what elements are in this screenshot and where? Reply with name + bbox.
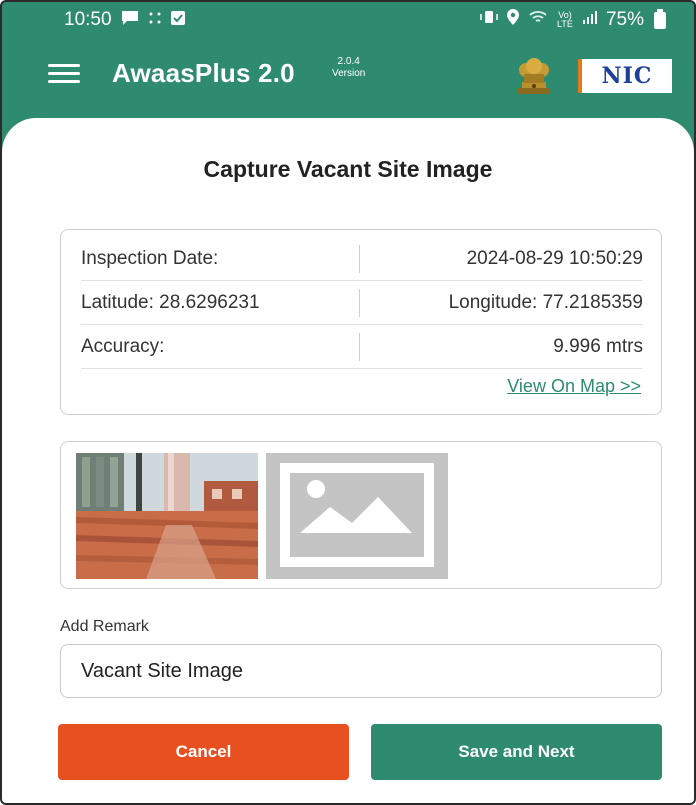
latitude-text: Latitude: 28.6296231 xyxy=(81,292,260,313)
wifi-icon xyxy=(528,9,548,31)
version-number: 2.0.4 xyxy=(337,56,360,67)
row-divider xyxy=(81,280,643,281)
view-on-map-link[interactable]: View On Map >> xyxy=(507,376,641,397)
battery-icon xyxy=(654,8,666,29)
signal-icon xyxy=(582,9,598,31)
remark-label: Add Remark xyxy=(60,618,149,635)
inspection-date-value: 2024-08-29 10:50:29 xyxy=(466,248,643,269)
content-card: Capture Vacant Site Image Inspection Dat… xyxy=(2,118,694,803)
location-info-panel: Inspection Date: 2024-08-29 10:50:29 Lat… xyxy=(60,229,662,415)
image-placeholder-icon[interactable] xyxy=(266,453,448,579)
accuracy-row: Accuracy: 9.996 mtrs xyxy=(81,332,643,362)
row-divider xyxy=(81,368,643,369)
app-version: 2.0.4 Version xyxy=(332,56,365,80)
nic-logo-text: NIC xyxy=(601,63,653,89)
app-bar: AwaasPlus 2.0 2.0.4 Version NIC xyxy=(2,38,694,118)
remark-input[interactable] xyxy=(60,644,662,698)
notification-icon xyxy=(170,10,186,30)
site-photo-thumbnail[interactable] xyxy=(76,453,258,579)
version-label: Version xyxy=(332,68,366,79)
inspection-date-label: Inspection Date: xyxy=(81,248,219,269)
longitude-text: Longitude: 77.2185359 xyxy=(448,292,643,313)
accuracy-label: Accuracy: xyxy=(81,336,165,357)
phone-screen: 10:50 Vo) LTE 75% AwaasPlus 2.0 2.0.4 Ve… xyxy=(0,0,696,805)
app-title: AwaasPlus 2.0 xyxy=(112,58,295,88)
chat-bubble-icon xyxy=(120,10,140,30)
accuracy-value: 9.996 mtrs xyxy=(553,336,643,357)
battery-percent: 75% xyxy=(605,9,644,30)
vibrate-icon xyxy=(480,9,498,31)
coordinates-row: Latitude: 28.6296231 Longitude: 77.21853… xyxy=(81,288,643,318)
status-time: 10:50 xyxy=(64,9,112,30)
inspection-date-row: Inspection Date: 2024-08-29 10:50:29 xyxy=(81,244,643,274)
save-and-next-button[interactable]: Save and Next xyxy=(371,724,662,780)
status-bar: 10:50 Vo) LTE 75% xyxy=(2,2,694,38)
network-label: Vo) LTE xyxy=(557,10,573,29)
photo-panel xyxy=(60,441,662,589)
nic-logo: NIC xyxy=(578,59,672,93)
status-left: 10:50 xyxy=(64,9,186,31)
dots-icon xyxy=(148,11,162,29)
location-icon xyxy=(506,8,520,32)
row-divider xyxy=(81,324,643,325)
menu-icon[interactable] xyxy=(48,62,80,84)
page-title: Capture Vacant Site Image xyxy=(203,156,493,182)
status-right: Vo) LTE 75% xyxy=(480,8,666,32)
national-emblem-icon xyxy=(514,52,554,98)
cancel-button[interactable]: Cancel xyxy=(58,724,349,780)
